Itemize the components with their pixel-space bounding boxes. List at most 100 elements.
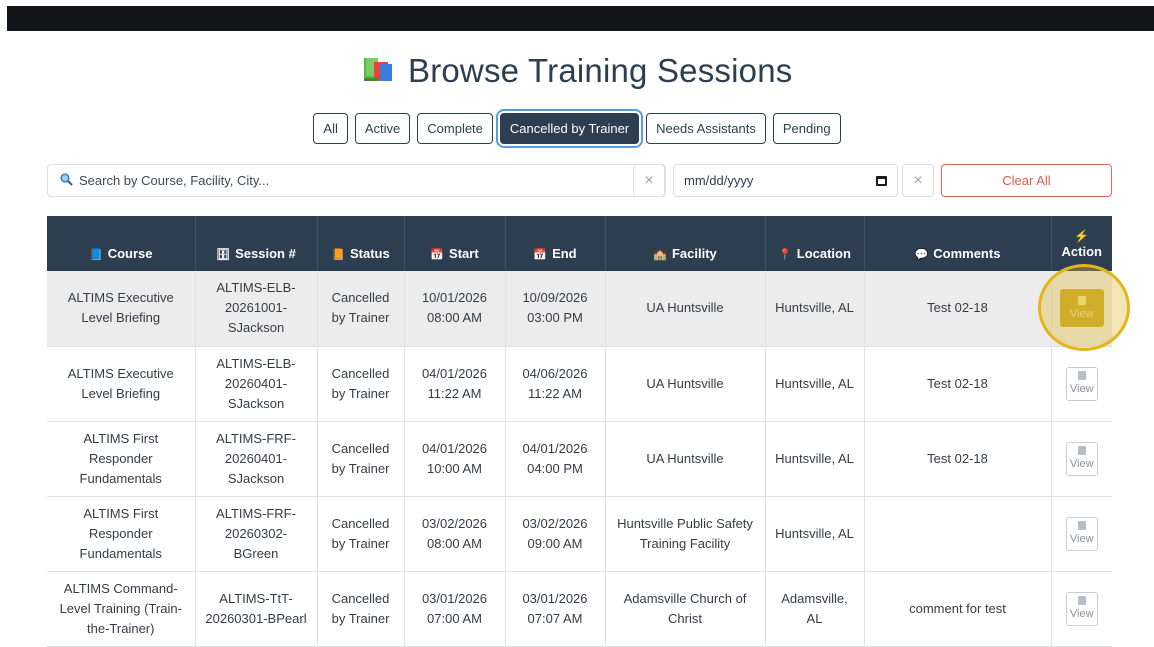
view-button[interactable]: View [1065,441,1098,476]
cell-course: ALTIMS Executive Level Briefing [47,271,196,347]
cell-action: View [1051,271,1112,347]
view-label: View [1069,608,1094,620]
session-line: SJackson [227,320,285,336]
cell-end: 10/09/2026 03:00 PM [505,271,606,347]
filter-all-button[interactable]: All [313,113,348,144]
status-line: Cancelled [331,590,390,606]
view-button[interactable]: View [1065,366,1098,401]
document-icon [1077,596,1086,605]
cell-status: Cancelled by Trainer [317,571,405,647]
course-line: Fundamentals [79,470,162,486]
lightning-icon: ⚡ [1074,228,1090,243]
cell-comments: Test 02-18 [864,271,1052,347]
clear-search-button[interactable]: × [633,164,665,197]
start-line: 11:22 AM [427,385,482,401]
cell-comments: Test 02-18 [864,421,1052,497]
date-input[interactable]: mm/dd/yyyy [673,164,898,197]
date-placeholder: mm/dd/yyyy [684,173,754,188]
document-icon [1077,446,1086,455]
end-line: 04:00 PM [527,460,583,476]
cell-facility: UA Huntsville [605,271,766,347]
status-line: Cancelled [331,290,390,306]
start-line: 03/01/2026 [421,590,488,606]
table-row: ALTIMS First Responder Fundamentals ALTIMS-… [47,496,1112,572]
status-line: Cancelled [331,440,390,456]
status-line: Cancelled [331,515,390,531]
status-line: by Trainer [331,460,390,476]
cell-start: 03/01/2026 07:00 AM [404,571,506,647]
session-line: ALTIMS-FRF- [216,430,296,446]
filter-active-button[interactable]: Active [354,113,411,144]
view-button[interactable]: View [1059,289,1104,328]
cell-start: 10/01/2026 08:00 AM [404,271,506,347]
cell-action: View [1051,421,1112,497]
clear-date-button[interactable]: × [902,164,934,197]
calendar-icon: 📅 [430,249,445,261]
id-card-icon: 🗄 [216,249,231,261]
filter-cancelled-by-trainer-button[interactable]: Cancelled by Trainer [499,113,640,144]
cell-action: View [1051,346,1112,422]
view-button[interactable]: View [1065,591,1098,626]
column-header-session[interactable]: 🗄 Session # [195,216,318,271]
book-icon: 📘 [89,249,103,261]
session-line: ALTIMS-ELB- [216,280,296,296]
cell-course: ALTIMS First Responder Fundamentals [47,421,196,497]
session-line: 20260302- [224,525,288,541]
speech-bubble-icon: 💬 [914,249,929,261]
status-line: by Trainer [331,385,390,401]
column-header-end[interactable]: 📅 End [505,216,606,271]
pin-icon: 📍 [778,249,792,261]
cell-course: ALTIMS Command- Level Training (Train-the… [47,571,196,647]
clear-all-button[interactable]: Clear All [941,164,1112,197]
end-line: 09:00 AM [527,535,583,551]
cell-start: 03/02/2026 08:00 AM [404,496,506,572]
column-header-course[interactable]: 📘 Course [47,216,196,271]
session-line: SJackson [227,470,285,486]
location-line: AL [806,610,823,626]
start-line: 10:00 AM [427,460,482,476]
table-header-row: 📘 Course 🗄 Session # 📙 Status 📅 Start 📅 End 🏫… [47,216,1112,271]
document-icon [1077,521,1086,530]
session-line: ALTIMS-FRF- [216,505,296,521]
cell-end: 04/01/2026 04:00 PM [505,421,606,497]
filter-complete-button[interactable]: Complete [417,113,493,144]
cell-session: ALTIMS-FRF- 20260401- SJackson [195,421,318,497]
facility-line: Huntsville Public Safety [617,515,753,531]
column-header-comments[interactable]: 💬 Comments [864,216,1052,271]
column-header-start[interactable]: 📅 Start [404,216,506,271]
course-line: ALTIMS Executive [67,365,174,381]
column-header-location[interactable]: 📍 Location [765,216,865,271]
facility-line: UA Huntsville [646,300,724,316]
cell-comments: comment for test [864,571,1052,647]
filter-pending-button[interactable]: Pending [772,113,841,144]
facility-line: Adamsville Church of [623,590,747,606]
course-line: the-Trainer) [87,620,155,636]
session-line: 20260401- [224,450,288,466]
column-header-status[interactable]: 📙 Status [317,216,405,271]
end-line: 03/01/2026 [522,590,588,606]
session-line: 20260401- [224,375,288,391]
page-header: Browse Training Sessions [0,52,1154,90]
calendar-icon[interactable] [876,175,887,186]
column-header-facility[interactable]: 🏫 Facility [605,216,766,271]
facility-line: UA Huntsville [646,375,724,391]
location-line: Huntsville, AL [775,525,854,541]
column-header-action: ⚡ Action [1051,216,1112,271]
top-nav-bar [7,6,1154,31]
start-line: 07:00 AM [427,610,482,626]
view-label: View [1069,458,1094,470]
course-line: Level Briefing [81,310,161,326]
cell-start: 04/01/2026 10:00 AM [404,421,506,497]
end-line: 03:00 PM [527,310,583,326]
session-line: BGreen [233,545,279,561]
filter-needs-assistants-button[interactable]: Needs Assistants [646,113,766,144]
search-placeholder: Search by Course, Facility, City... [79,173,270,188]
end-line: 04/06/2026 [522,365,588,381]
cell-comments: Test 02-18 [864,346,1052,422]
cell-comments [864,496,1052,572]
end-line: 10/09/2026 [522,290,588,306]
view-button[interactable]: View [1065,516,1098,551]
session-line: SJackson [227,395,285,411]
search-input[interactable]: Search by Course, Facility, City... [47,164,666,197]
table-row: ALTIMS Command- Level Training (Train-the… [47,571,1112,647]
